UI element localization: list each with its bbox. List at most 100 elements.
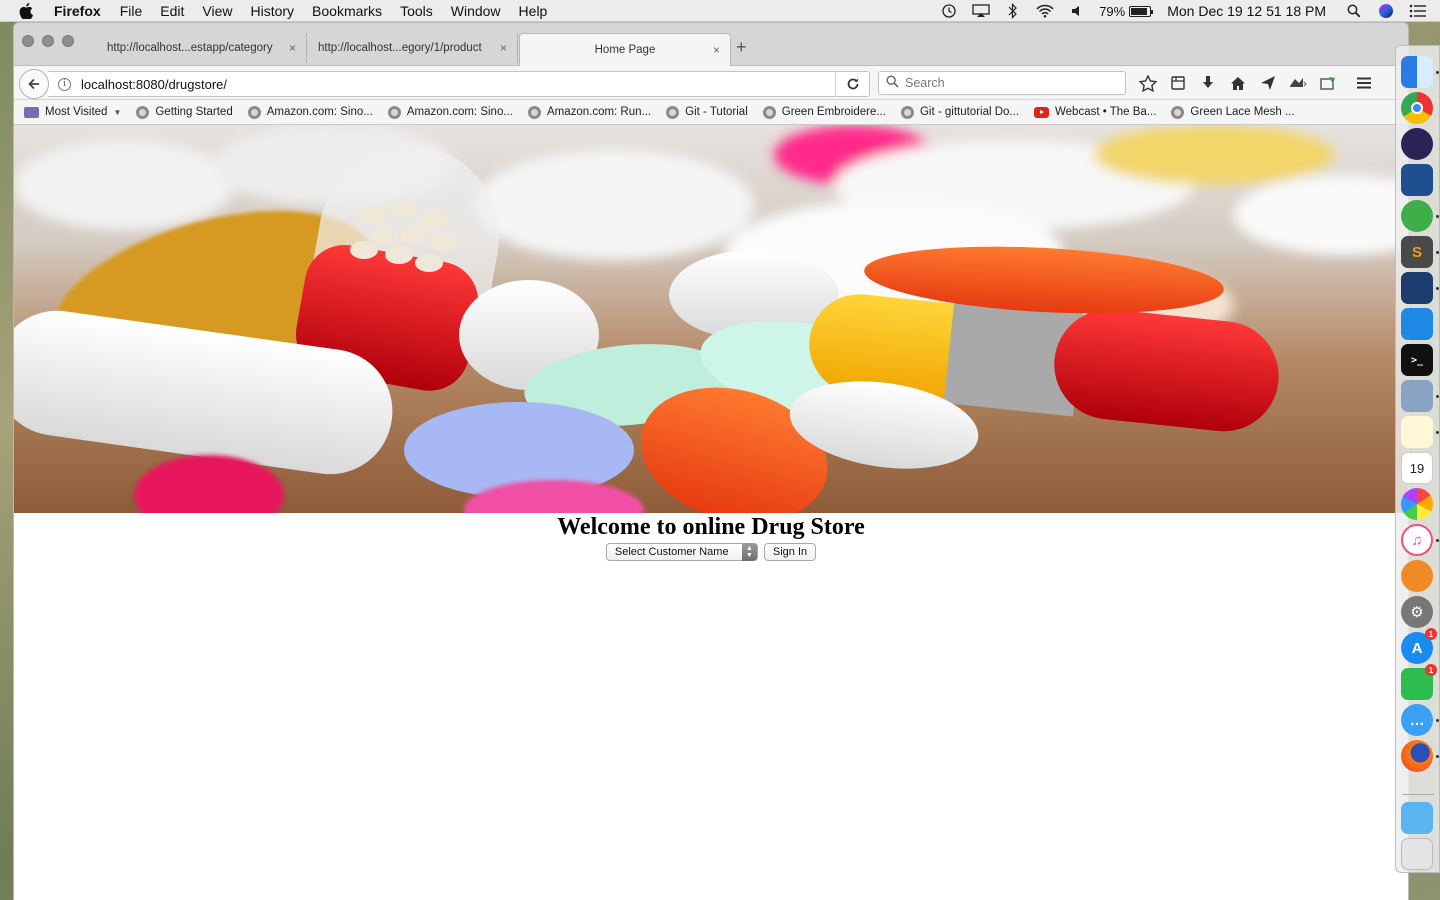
new-tab-button[interactable]: + — [736, 37, 747, 58]
downloads-icon[interactable] — [1193, 72, 1223, 94]
bookmark-item[interactable]: Green Embroidere... — [762, 105, 886, 119]
menu-help[interactable]: Help — [519, 3, 548, 19]
photos-icon[interactable] — [1401, 488, 1433, 520]
textedit-icon[interactable] — [1401, 416, 1433, 448]
itunes-icon[interactable]: ♫ — [1401, 524, 1433, 556]
spring-tool-icon[interactable] — [1401, 200, 1433, 232]
bookmark-label: Getting Started — [155, 106, 233, 118]
tab-close-icon[interactable]: × — [500, 41, 507, 55]
menu-view[interactable]: View — [202, 3, 232, 19]
menu-file[interactable]: File — [120, 3, 143, 19]
tab-product[interactable]: http://localhost...egory/1/product × — [308, 33, 518, 63]
site-info-icon[interactable]: i — [58, 77, 71, 91]
menu-bookmarks[interactable]: Bookmarks — [312, 3, 382, 19]
signin-form: Select Customer Name ▲ ▼ Sign In — [14, 543, 1408, 561]
menu-tools[interactable]: Tools — [400, 3, 433, 19]
menu-edit[interactable]: Edit — [160, 3, 184, 19]
select-arrows-icon: ▲ ▼ — [741, 543, 757, 561]
calendar-icon[interactable]: 19 — [1401, 452, 1433, 484]
notification-badge: 1 — [1425, 664, 1437, 676]
chrome-icon[interactable] — [1401, 92, 1433, 124]
menu-history[interactable]: History — [250, 3, 294, 19]
bookmark-star-icon[interactable] — [1133, 72, 1163, 94]
battery-percent: 79% — [1099, 3, 1126, 19]
spotlight-search-icon[interactable] — [1344, 3, 1364, 19]
hamburger-menu-icon[interactable] — [1349, 72, 1379, 94]
sourcetree-icon[interactable] — [1401, 164, 1433, 196]
globe-icon — [1171, 105, 1185, 119]
tab-title: http://localhost...egory/1/product — [318, 42, 482, 54]
sublime-text-icon[interactable]: S — [1401, 236, 1433, 268]
volume-icon[interactable] — [1067, 3, 1087, 19]
reading-list-icon[interactable] — [1163, 72, 1193, 94]
url-text[interactable]: localhost:8080/drugstore/ — [81, 77, 835, 92]
bookmark-label: Green Embroidere... — [781, 106, 886, 118]
time-machine-icon[interactable] — [939, 3, 959, 19]
bookmark-item[interactable]: Git - gittutorial Do... — [900, 105, 1019, 119]
apple-menu-icon[interactable] — [19, 2, 37, 19]
back-button[interactable] — [19, 69, 49, 99]
customer-select-value: Select Customer Name — [614, 546, 729, 558]
dock: S >_ 19 ♫ ⚙ A1 1 … — [1395, 45, 1440, 873]
battery-icon[interactable] — [1129, 5, 1154, 17]
wifi-icon[interactable] — [1035, 3, 1055, 19]
globe-icon — [387, 105, 401, 119]
menu-app-name[interactable]: Firefox — [54, 3, 101, 19]
bookmark-item[interactable]: Amazon.com: Sino... — [247, 105, 373, 119]
bookmark-label: Amazon.com: Sino... — [406, 106, 513, 118]
bookmark-label: Amazon.com: Run... — [546, 106, 652, 118]
send-icon[interactable] — [1253, 72, 1283, 94]
globe-icon — [762, 105, 776, 119]
tab-close-icon[interactable]: × — [713, 43, 720, 57]
bookmark-item[interactable]: Amazon.com: Run... — [527, 105, 652, 119]
extension-icon[interactable] — [1283, 72, 1313, 94]
downloads-folder-icon[interactable] — [1401, 802, 1433, 834]
running-indicator — [1436, 215, 1439, 218]
system-preferences-icon[interactable]: ⚙ — [1401, 596, 1433, 628]
siri-icon[interactable] — [1376, 3, 1396, 19]
toolbar-icons — [1133, 72, 1379, 94]
bookmark-most-visited[interactable]: Most Visited ▼ — [24, 106, 121, 118]
globe-icon — [666, 105, 680, 119]
firefox-icon[interactable] — [1401, 740, 1433, 772]
notification-badge: 1 — [1425, 628, 1437, 640]
bookmark-item[interactable]: Webcast • The Ba... — [1034, 106, 1156, 118]
bookmark-item[interactable]: Amazon.com: Sino... — [387, 105, 513, 119]
ibooks-icon[interactable] — [1401, 560, 1433, 592]
home-icon[interactable] — [1223, 72, 1253, 94]
running-indicator — [1436, 431, 1439, 434]
reload-icon[interactable] — [835, 71, 869, 97]
sign-in-button[interactable]: Sign In — [763, 543, 817, 561]
url-bar[interactable]: i localhost:8080/drugstore/ — [48, 71, 870, 97]
globe-icon — [247, 105, 261, 119]
trash-icon[interactable] — [1401, 838, 1433, 870]
tab-home-page[interactable]: Home Page × — [519, 33, 731, 66]
terminal-icon[interactable]: >_ — [1401, 344, 1433, 376]
facetime-icon[interactable]: 1 — [1401, 664, 1437, 700]
xcode-icon[interactable] — [1401, 308, 1433, 340]
eclipse-icon[interactable] — [1401, 128, 1433, 160]
page-content: Welcome to online Drug Store Select Cust… — [14, 125, 1408, 900]
finder-icon[interactable] — [1401, 56, 1433, 88]
running-indicator — [1436, 755, 1439, 758]
notification-center-icon[interactable] — [1408, 3, 1428, 19]
menu-window[interactable]: Window — [451, 3, 501, 19]
preview-icon[interactable] — [1401, 380, 1433, 412]
airplay-icon[interactable] — [971, 3, 991, 19]
minimize-window-button[interactable] — [42, 35, 54, 47]
zoom-window-button[interactable] — [62, 35, 74, 47]
tab-close-icon[interactable]: × — [289, 41, 296, 55]
app-store-icon[interactable]: A1 — [1401, 628, 1437, 664]
screenshot-icon[interactable] — [1313, 72, 1343, 94]
search-bar[interactable]: Search — [878, 71, 1126, 95]
messages-icon[interactable]: … — [1401, 704, 1433, 736]
tab-category[interactable]: http://localhost...estapp/category × — [97, 33, 307, 63]
bookmark-item[interactable]: Git - Tutorial — [666, 105, 748, 119]
menubar-clock[interactable]: Mon Dec 19 12 51 18 PM — [1167, 3, 1326, 19]
bookmark-item[interactable]: Getting Started — [136, 105, 233, 119]
customer-select[interactable]: Select Customer Name ▲ ▼ — [605, 543, 758, 561]
mysql-workbench-icon[interactable] — [1401, 272, 1433, 304]
close-window-button[interactable] — [22, 35, 34, 47]
bookmark-item[interactable]: Green Lace Mesh ... — [1171, 105, 1295, 119]
bluetooth-icon[interactable] — [1003, 3, 1023, 19]
